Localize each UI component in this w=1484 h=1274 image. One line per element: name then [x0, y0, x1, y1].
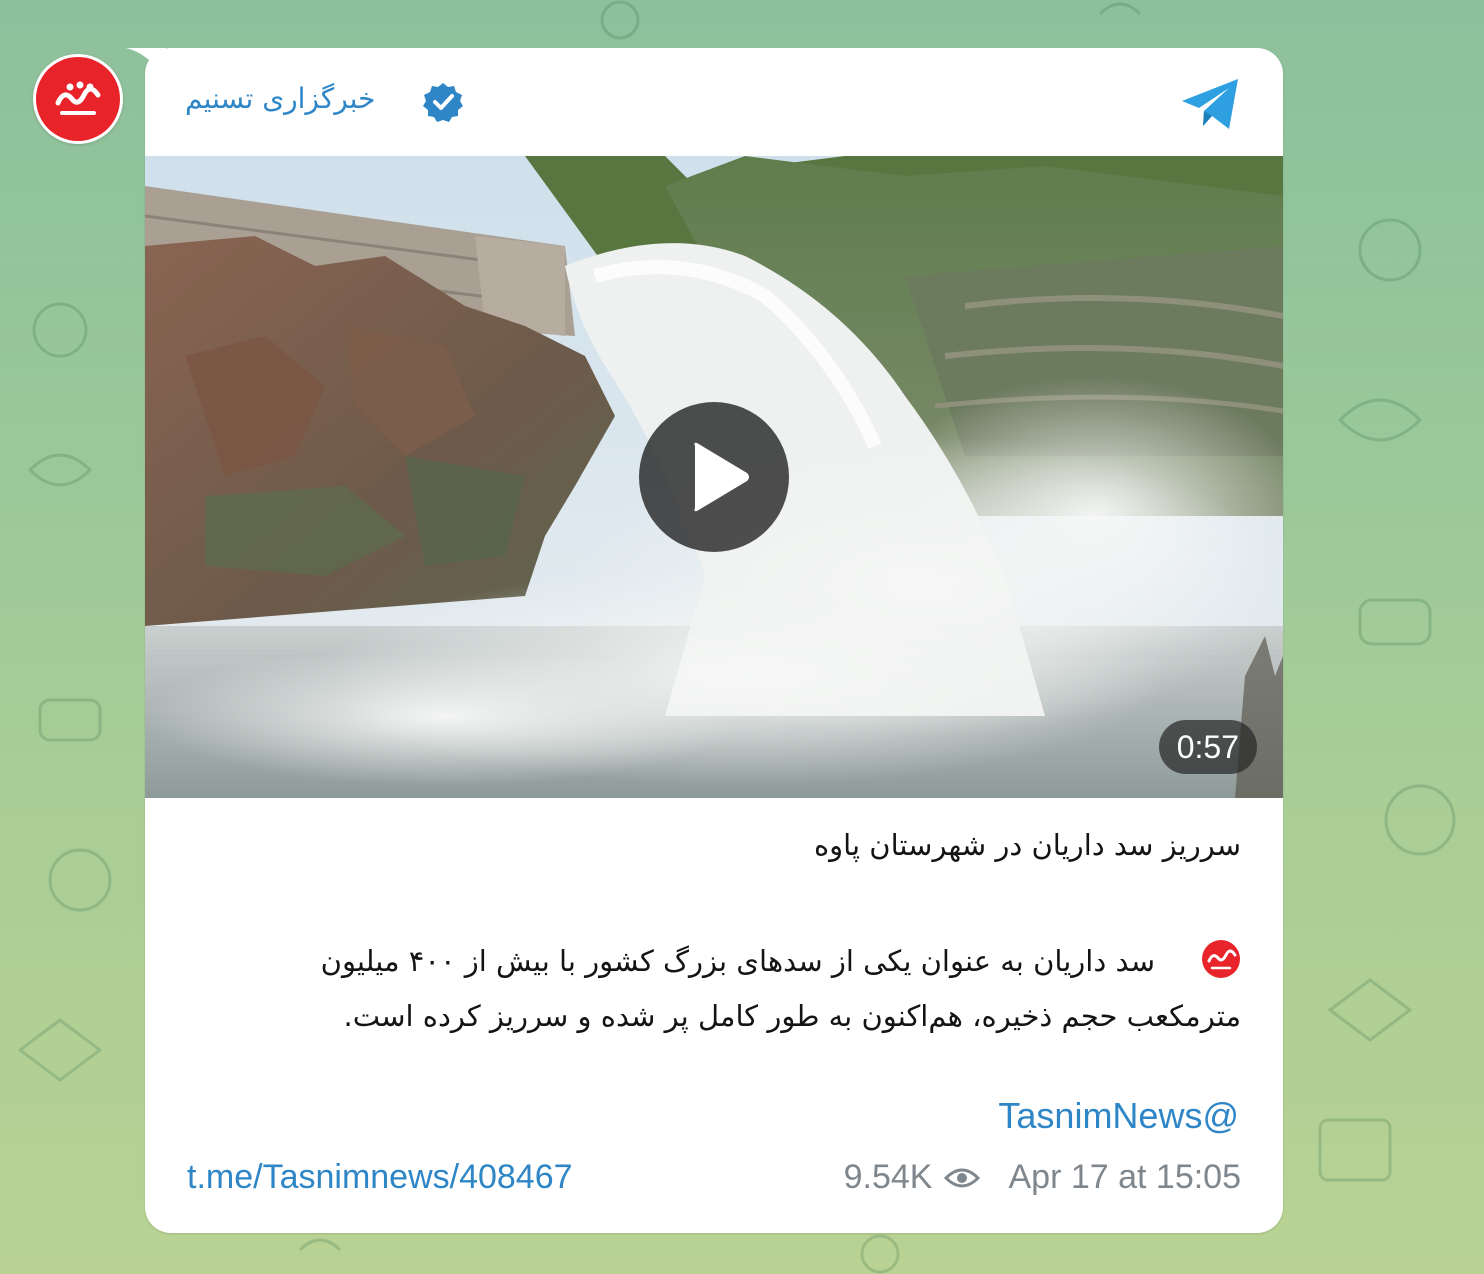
channel-name[interactable]: خبرگزاری تسنیم [185, 82, 375, 115]
tasnim-logo-icon [1202, 940, 1240, 978]
message-timestamp: Apr 17 at 15:05 [1008, 1158, 1241, 1196]
play-button[interactable] [639, 402, 789, 552]
eye-icon [944, 1168, 981, 1187]
caption-title: سرریز سد داریان در شهرستان پاوه [813, 828, 1241, 862]
message-card: خبرگزاری تسنیم 0:57 سرریز سد داریان در ش… [145, 48, 1283, 1233]
message-header: خبرگزاری تسنیم [145, 48, 1283, 156]
post-link[interactable]: t.me/Tasnimnews/408467 [187, 1158, 573, 1197]
play-icon [694, 442, 749, 512]
video-thumbnail[interactable]: 0:57 [145, 156, 1283, 798]
message-meta: 9.54K Apr 17 at 15:05 [844, 1158, 1241, 1197]
channel-avatar[interactable] [33, 54, 123, 144]
tasnim-logo-icon [36, 57, 120, 141]
caption-body-text: سد داریان به عنوان یکی از سدهای بزرگ کشو… [320, 944, 1241, 1033]
telegram-icon [1182, 79, 1238, 129]
channel-handle-link[interactable]: TasnimNews@ [998, 1095, 1239, 1137]
video-duration-badge: 0:57 [1158, 720, 1257, 774]
caption-body: سد داریان به عنوان یکی از سدهای بزرگ کشو… [241, 934, 1241, 1044]
view-count: 9.54K [843, 1158, 933, 1196]
verified-badge-icon [423, 83, 463, 122]
